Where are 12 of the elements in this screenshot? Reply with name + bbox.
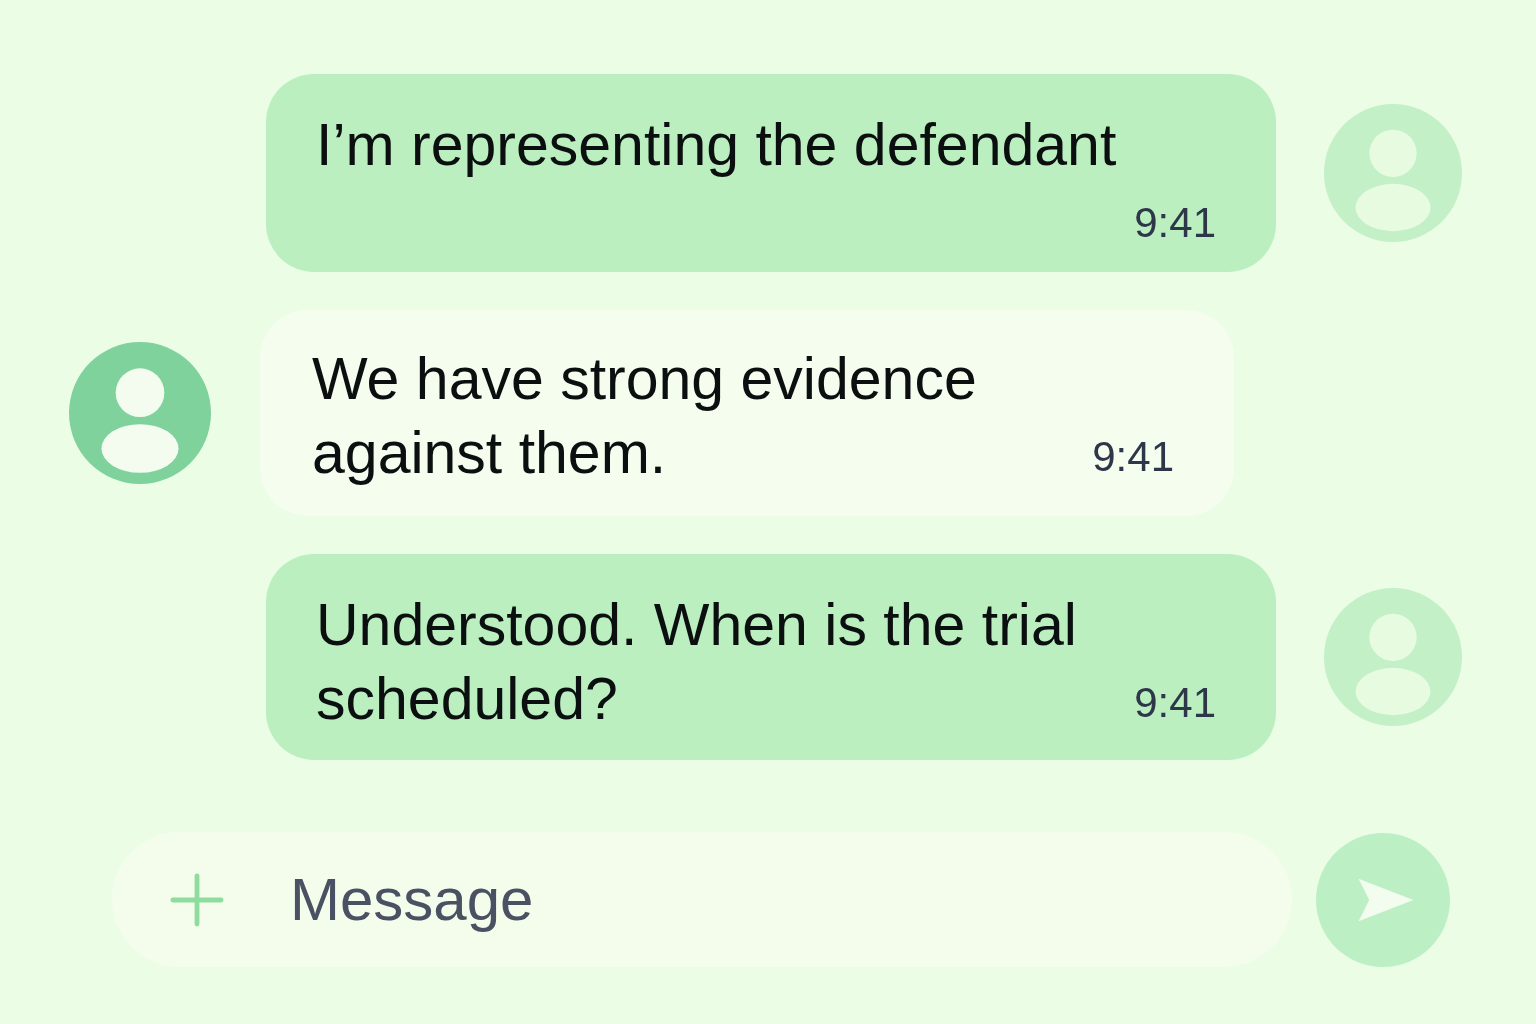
message-input[interactable]: Message — [290, 865, 1090, 934]
avatar-icon — [69, 342, 211, 484]
message-text: Understood. When is the trial scheduled? — [316, 592, 1077, 732]
message-field[interactable]: Message — [112, 832, 1292, 967]
message-text: I’m representing the defendant — [316, 112, 1117, 178]
message-time: 9:41 — [1134, 678, 1216, 728]
avatar-icon — [1324, 588, 1462, 726]
plus-icon[interactable] — [170, 872, 224, 927]
message-time: 9:41 — [1134, 198, 1216, 248]
message-text: We have strong evidence against them. — [312, 346, 977, 486]
avatar-icon — [1324, 104, 1462, 242]
message-time: 9:41 — [1092, 432, 1174, 482]
